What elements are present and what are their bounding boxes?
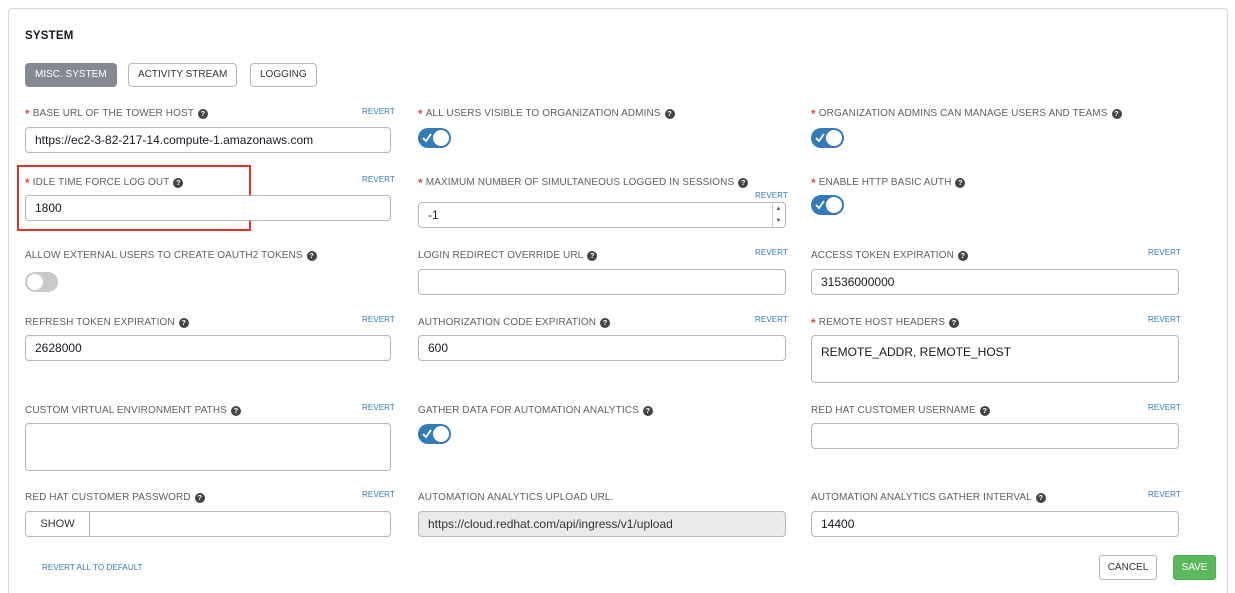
all-users-visible-label: * ALL USERS VISIBLE TO ORGANIZATION ADMI…: [418, 106, 675, 121]
check-icon: [815, 200, 825, 210]
custom-venv-paths-label: CUSTOM VIRTUAL ENVIRONMENT PATHS ?: [25, 405, 241, 416]
required-mark: *: [418, 175, 423, 190]
toggle-knob: [433, 130, 449, 146]
tab-activity-stream[interactable]: ACTIVITY STREAM: [128, 63, 238, 87]
help-icon[interactable]: ?: [664, 108, 675, 119]
show-password-button[interactable]: SHOW: [26, 512, 90, 536]
required-mark: *: [25, 106, 30, 121]
access-token-exp-label: ACCESS TOKEN EXPIRATION ?: [811, 250, 968, 261]
help-icon[interactable]: ?: [957, 250, 968, 261]
http-basic-auth-label: * ENABLE HTTP BASIC AUTH ?: [811, 175, 966, 190]
tab-misc-system[interactable]: MISC. SYSTEM: [25, 63, 117, 87]
revert-link[interactable]: REVERT: [755, 248, 788, 257]
refresh-token-exp-label: REFRESH TOKEN EXPIRATION ?: [25, 317, 189, 328]
max-sessions-input[interactable]: -1 ▲ ▼: [418, 202, 786, 228]
revert-link[interactable]: REVERT: [362, 107, 395, 116]
help-icon[interactable]: ?: [197, 108, 208, 119]
revert-all-link[interactable]: REVERT ALL TO DEFAULT: [42, 563, 143, 572]
revert-link[interactable]: REVERT: [362, 315, 395, 324]
refresh-token-exp-input[interactable]: 2628000: [25, 335, 391, 361]
remote-host-headers-label: * REMOTE HOST HEADERS ?: [811, 315, 959, 330]
toggle-knob: [27, 274, 43, 290]
login-redirect-label: LOGIN REDIRECT OVERRIDE URL ?: [418, 250, 598, 261]
stepper-up-icon[interactable]: ▲: [773, 204, 784, 216]
help-icon[interactable]: ?: [979, 405, 990, 416]
auth-code-exp-label: AUTHORIZATION CODE EXPIRATION ?: [418, 317, 611, 328]
revert-link[interactable]: REVERT: [755, 191, 788, 200]
idle-time-input[interactable]: 1800: [25, 195, 391, 221]
help-icon[interactable]: ?: [948, 317, 959, 328]
base-url-label: * BASE URL OF THE TOWER HOST ?: [25, 106, 208, 121]
gather-analytics-toggle[interactable]: [418, 424, 451, 444]
help-icon[interactable]: ?: [955, 177, 966, 188]
toggle-knob: [826, 197, 842, 213]
custom-venv-paths-textarea[interactable]: [25, 423, 391, 471]
check-icon: [422, 429, 432, 439]
save-button[interactable]: SAVE: [1173, 555, 1216, 580]
help-icon[interactable]: ?: [587, 250, 598, 261]
revert-link[interactable]: REVERT: [1148, 490, 1181, 499]
analytics-gather-interval-label: AUTOMATION ANALYTICS GATHER INTERVAL ?: [811, 492, 1046, 503]
help-icon[interactable]: ?: [600, 317, 611, 328]
required-mark: *: [811, 175, 816, 190]
rh-username-input[interactable]: [811, 423, 1179, 449]
allow-external-oauth-label: ALLOW EXTERNAL USERS TO CREATE OAUTH2 TO…: [25, 250, 317, 261]
max-sessions-label: * MAXIMUM NUMBER OF SIMULTANEOUS LOGGED …: [418, 175, 749, 190]
org-admins-manage-toggle[interactable]: [811, 128, 844, 148]
number-stepper[interactable]: ▲ ▼: [772, 204, 784, 227]
stepper-down-icon[interactable]: ▼: [773, 216, 784, 227]
base-url-input[interactable]: https://ec2-3-82-217-14.compute-1.amazon…: [25, 127, 391, 153]
help-icon[interactable]: ?: [194, 492, 205, 503]
required-mark: *: [25, 175, 30, 190]
toggle-knob: [826, 130, 842, 146]
revert-link[interactable]: REVERT: [755, 315, 788, 324]
analytics-upload-url-label: AUTOMATION ANALYTICS UPLOAD URL.: [418, 492, 614, 503]
section-title: SYSTEM: [25, 30, 74, 42]
remote-host-headers-textarea[interactable]: REMOTE_ADDR, REMOTE_HOST: [811, 335, 1179, 383]
rh-password-label: RED HAT CUSTOMER PASSWORD ?: [25, 492, 205, 503]
analytics-gather-interval-input[interactable]: 14400: [811, 511, 1179, 537]
allow-external-oauth-toggle[interactable]: [25, 272, 58, 292]
required-mark: *: [418, 106, 423, 121]
help-icon[interactable]: ?: [1035, 492, 1046, 503]
rh-password-input[interactable]: [91, 512, 390, 536]
help-icon[interactable]: ?: [1111, 108, 1122, 119]
http-basic-auth-toggle[interactable]: [811, 195, 844, 215]
help-icon[interactable]: ?: [306, 250, 317, 261]
check-icon: [815, 133, 825, 143]
idle-time-label: * IDLE TIME FORCE LOG OUT ?: [25, 175, 184, 190]
access-token-exp-input[interactable]: 31536000000: [811, 269, 1179, 295]
gather-analytics-label: GATHER DATA FOR AUTOMATION ANALYTICS ?: [418, 405, 653, 416]
help-icon[interactable]: ?: [230, 405, 241, 416]
rh-password-group: SHOW: [25, 511, 391, 537]
org-admins-manage-label: * ORGANIZATION ADMINS CAN MANAGE USERS A…: [811, 106, 1122, 121]
auth-code-exp-input[interactable]: 600: [418, 335, 786, 361]
revert-link[interactable]: REVERT: [1148, 248, 1181, 257]
cancel-button[interactable]: CANCEL: [1099, 555, 1157, 580]
rh-username-label: RED HAT CUSTOMER USERNAME ?: [811, 405, 990, 416]
help-icon[interactable]: ?: [173, 177, 184, 188]
analytics-upload-url-input: https://cloud.redhat.com/api/ingress/v1/…: [418, 511, 786, 537]
revert-link[interactable]: REVERT: [1148, 403, 1181, 412]
tab-logging[interactable]: LOGGING: [250, 63, 317, 87]
login-redirect-input[interactable]: [418, 269, 786, 295]
settings-panel: [8, 8, 1228, 593]
required-mark: *: [811, 315, 816, 330]
toggle-knob: [433, 426, 449, 442]
revert-link[interactable]: REVERT: [362, 490, 395, 499]
revert-link[interactable]: REVERT: [1148, 315, 1181, 324]
revert-link[interactable]: REVERT: [362, 175, 395, 184]
all-users-visible-toggle[interactable]: [418, 128, 451, 148]
required-mark: *: [811, 106, 816, 121]
help-icon[interactable]: ?: [738, 177, 749, 188]
check-icon: [422, 133, 432, 143]
help-icon[interactable]: ?: [178, 317, 189, 328]
help-icon[interactable]: ?: [642, 405, 653, 416]
revert-link[interactable]: REVERT: [362, 403, 395, 412]
